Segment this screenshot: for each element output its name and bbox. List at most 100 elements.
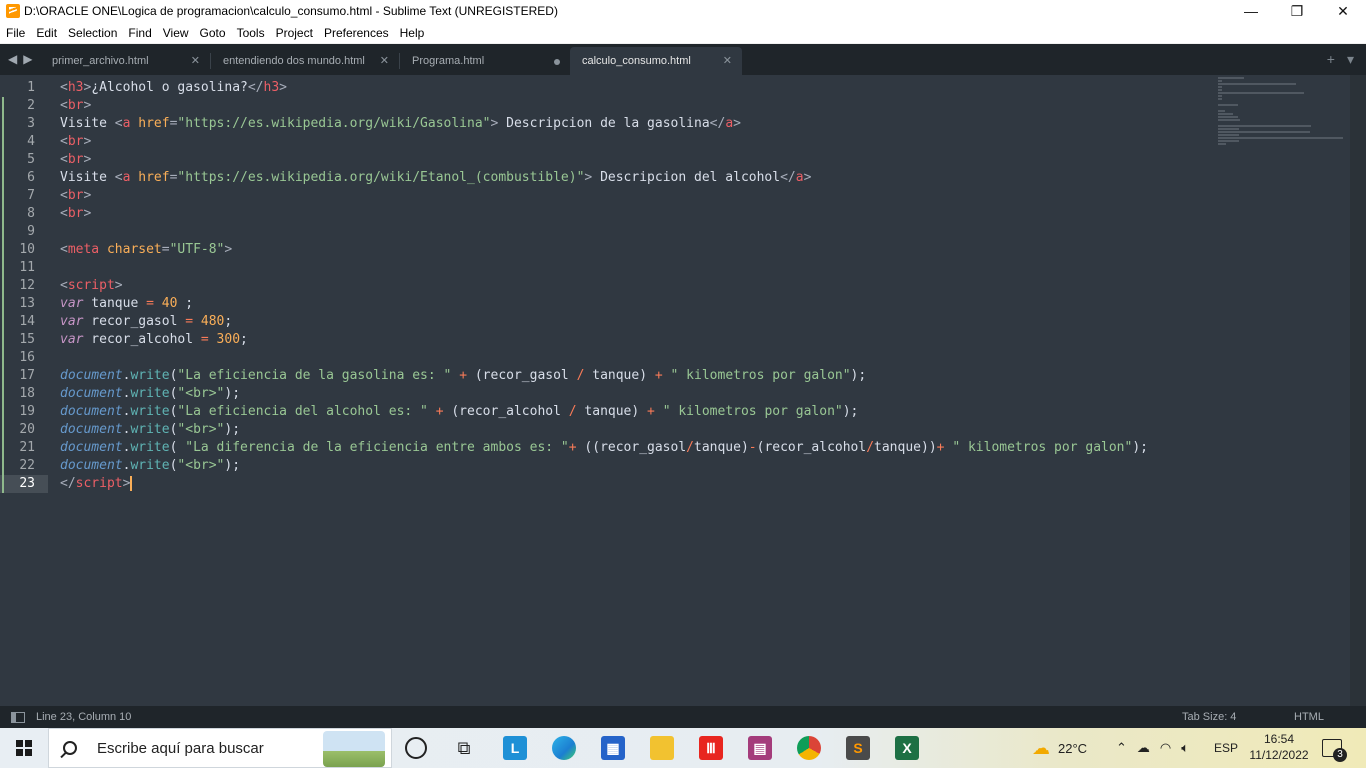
- sublime-text-icon[interactable]: S: [846, 736, 870, 760]
- code-token: document: [60, 440, 123, 455]
- code-line[interactable]: Visite <a href="https://es.wikipedia.org…: [60, 169, 1350, 187]
- code-line[interactable]: document.write("La eficiencia de la gaso…: [60, 367, 1350, 385]
- tab-entendiendo[interactable]: entendiendo dos mundo.html ✕: [211, 47, 399, 75]
- wifi-icon[interactable]: ◠: [1160, 740, 1171, 756]
- speaker-icon[interactable]: 🔈︎: [1181, 740, 1189, 756]
- code-line[interactable]: </script>: [60, 475, 1350, 493]
- code-line[interactable]: document.write("<br>");: [60, 421, 1350, 439]
- menu-file[interactable]: File: [0, 26, 30, 40]
- code-token: ¿Alcohol o gasolina?: [91, 80, 248, 95]
- panel-toggle-icon[interactable]: [11, 711, 25, 723]
- taskbar-search[interactable]: Escribe aquí para buscar: [48, 728, 392, 768]
- code-line[interactable]: <br>: [60, 205, 1350, 223]
- line-number: 16: [0, 349, 48, 367]
- code-line[interactable]: Visite <a href="https://es.wikipedia.org…: [60, 115, 1350, 133]
- new-tab-icon[interactable]: +: [1327, 51, 1335, 68]
- language-indicator[interactable]: ESP: [1214, 728, 1238, 768]
- code-token: var: [60, 332, 84, 347]
- minimize-button[interactable]: —: [1228, 0, 1274, 22]
- code-token: >: [224, 242, 233, 257]
- code-area[interactable]: <h3>¿Alcohol o gasolina?</h3> <br> Visite …: [60, 79, 1350, 493]
- code-line[interactable]: <br>: [60, 151, 1350, 169]
- language-label: ESP: [1214, 741, 1239, 755]
- code-line[interactable]: <h3>¿Alcohol o gasolina?</h3>: [60, 79, 1350, 97]
- close-icon[interactable]: ✕: [723, 54, 732, 67]
- line-number: 11: [0, 259, 48, 277]
- tab-size-indicator[interactable]: Tab Size: 4: [1182, 711, 1236, 723]
- menu-goto[interactable]: Goto: [194, 26, 231, 40]
- clock-date: 11/12/2022: [1249, 748, 1309, 762]
- code-line[interactable]: <br>: [60, 133, 1350, 151]
- code-editor[interactable]: 1 2 3 4 5 6 7 8 9 10 11 12 13 14 15 16 17 18 19 20 21 22 23 <h…: [0, 75, 1350, 706]
- line-number: 5: [0, 151, 48, 169]
- chevron-up-icon[interactable]: ⌃: [1116, 740, 1127, 756]
- line-number: 4: [0, 133, 48, 151]
- menu-find[interactable]: Find: [122, 26, 156, 40]
- close-icon[interactable]: ✕: [380, 54, 389, 67]
- menu-tools[interactable]: Tools: [231, 26, 270, 40]
- menu-selection[interactable]: Selection: [62, 26, 122, 40]
- code-line[interactable]: <br>: [60, 97, 1350, 115]
- code-line[interactable]: <meta charset="UTF-8">: [60, 241, 1350, 259]
- tab-actions: + ▾: [1327, 51, 1354, 68]
- code-token: </: [247, 80, 264, 95]
- tab-scroll-right-icon[interactable]: ▶: [23, 52, 32, 66]
- tab-primer-archivo[interactable]: primer_archivo.html ✕: [40, 47, 210, 75]
- unsaved-dot-icon[interactable]: [554, 59, 560, 65]
- code-line[interactable]: var tanque = 40 ;: [60, 295, 1350, 313]
- minimap-line: [1218, 119, 1240, 121]
- code-line[interactable]: document.write("La eficiencia del alcoho…: [60, 403, 1350, 421]
- title-bar: D:\ORACLE ONE\Logica de programacion\cal…: [0, 0, 1366, 22]
- excel-icon[interactable]: X: [895, 736, 919, 760]
- start-button[interactable]: [0, 728, 48, 768]
- close-icon[interactable]: ✕: [191, 54, 200, 67]
- syntax-indicator[interactable]: HTML: [1294, 711, 1324, 723]
- weather-widget[interactable]: ☁ 22°C: [1032, 728, 1087, 768]
- code-line[interactable]: <br>: [60, 187, 1350, 205]
- code-line[interactable]: <script>: [60, 277, 1350, 295]
- edge-icon[interactable]: [552, 736, 576, 760]
- code-line[interactable]: [60, 223, 1350, 241]
- code-line[interactable]: document.write("<br>");: [60, 385, 1350, 403]
- menu-preferences[interactable]: Preferences: [318, 26, 394, 40]
- menu-view[interactable]: View: [157, 26, 194, 40]
- code-token: href: [138, 116, 170, 131]
- menu-help[interactable]: Help: [394, 26, 430, 40]
- chrome-icon[interactable]: [797, 736, 821, 760]
- code-line[interactable]: document.write("<br>");: [60, 457, 1350, 475]
- code-token: h3: [67, 80, 84, 95]
- taskbar-clock[interactable]: 16:54 11/12/2022: [1248, 731, 1310, 763]
- menu-project[interactable]: Project: [270, 26, 318, 40]
- code-token: Visite: [60, 116, 115, 131]
- code-token: 300: [216, 332, 241, 347]
- code-line[interactable]: var recor_alcohol = 300;: [60, 331, 1350, 349]
- tab-calculo-consumo[interactable]: calculo_consumo.html ✕: [570, 47, 742, 75]
- code-line[interactable]: document.write( "La diferencia de la efi…: [60, 439, 1350, 457]
- code-line[interactable]: var recor_gasol = 480;: [60, 313, 1350, 331]
- cortana-icon[interactable]: [405, 737, 427, 759]
- vertical-scrollbar[interactable]: [1350, 75, 1366, 706]
- cloud-icon[interactable]: ☁: [1137, 740, 1150, 756]
- file-explorer-icon[interactable]: [650, 736, 674, 760]
- tab-list-icon[interactable]: ▾: [1347, 51, 1354, 68]
- app-l-icon[interactable]: L: [503, 736, 527, 760]
- maximize-button[interactable]: ❐: [1274, 0, 1320, 22]
- close-button[interactable]: ✕: [1320, 0, 1366, 22]
- code-token: +: [435, 404, 444, 419]
- code-token: var: [60, 296, 84, 311]
- minimap[interactable]: [1218, 77, 1348, 145]
- code-token: ;: [240, 332, 248, 347]
- code-token: charset: [106, 242, 162, 257]
- store-icon[interactable]: ▦: [601, 736, 625, 760]
- task-view-icon[interactable]: ⧉: [452, 736, 476, 760]
- code-line[interactable]: [60, 259, 1350, 277]
- menu-edit[interactable]: Edit: [30, 26, 62, 40]
- tab-scroll-left-icon[interactable]: ◀: [8, 52, 17, 66]
- code-line[interactable]: [60, 349, 1350, 367]
- tab-programa[interactable]: Programa.html: [400, 47, 570, 75]
- app-red-icon[interactable]: Ⅲ: [699, 736, 723, 760]
- winrar-icon[interactable]: ▤: [748, 736, 772, 760]
